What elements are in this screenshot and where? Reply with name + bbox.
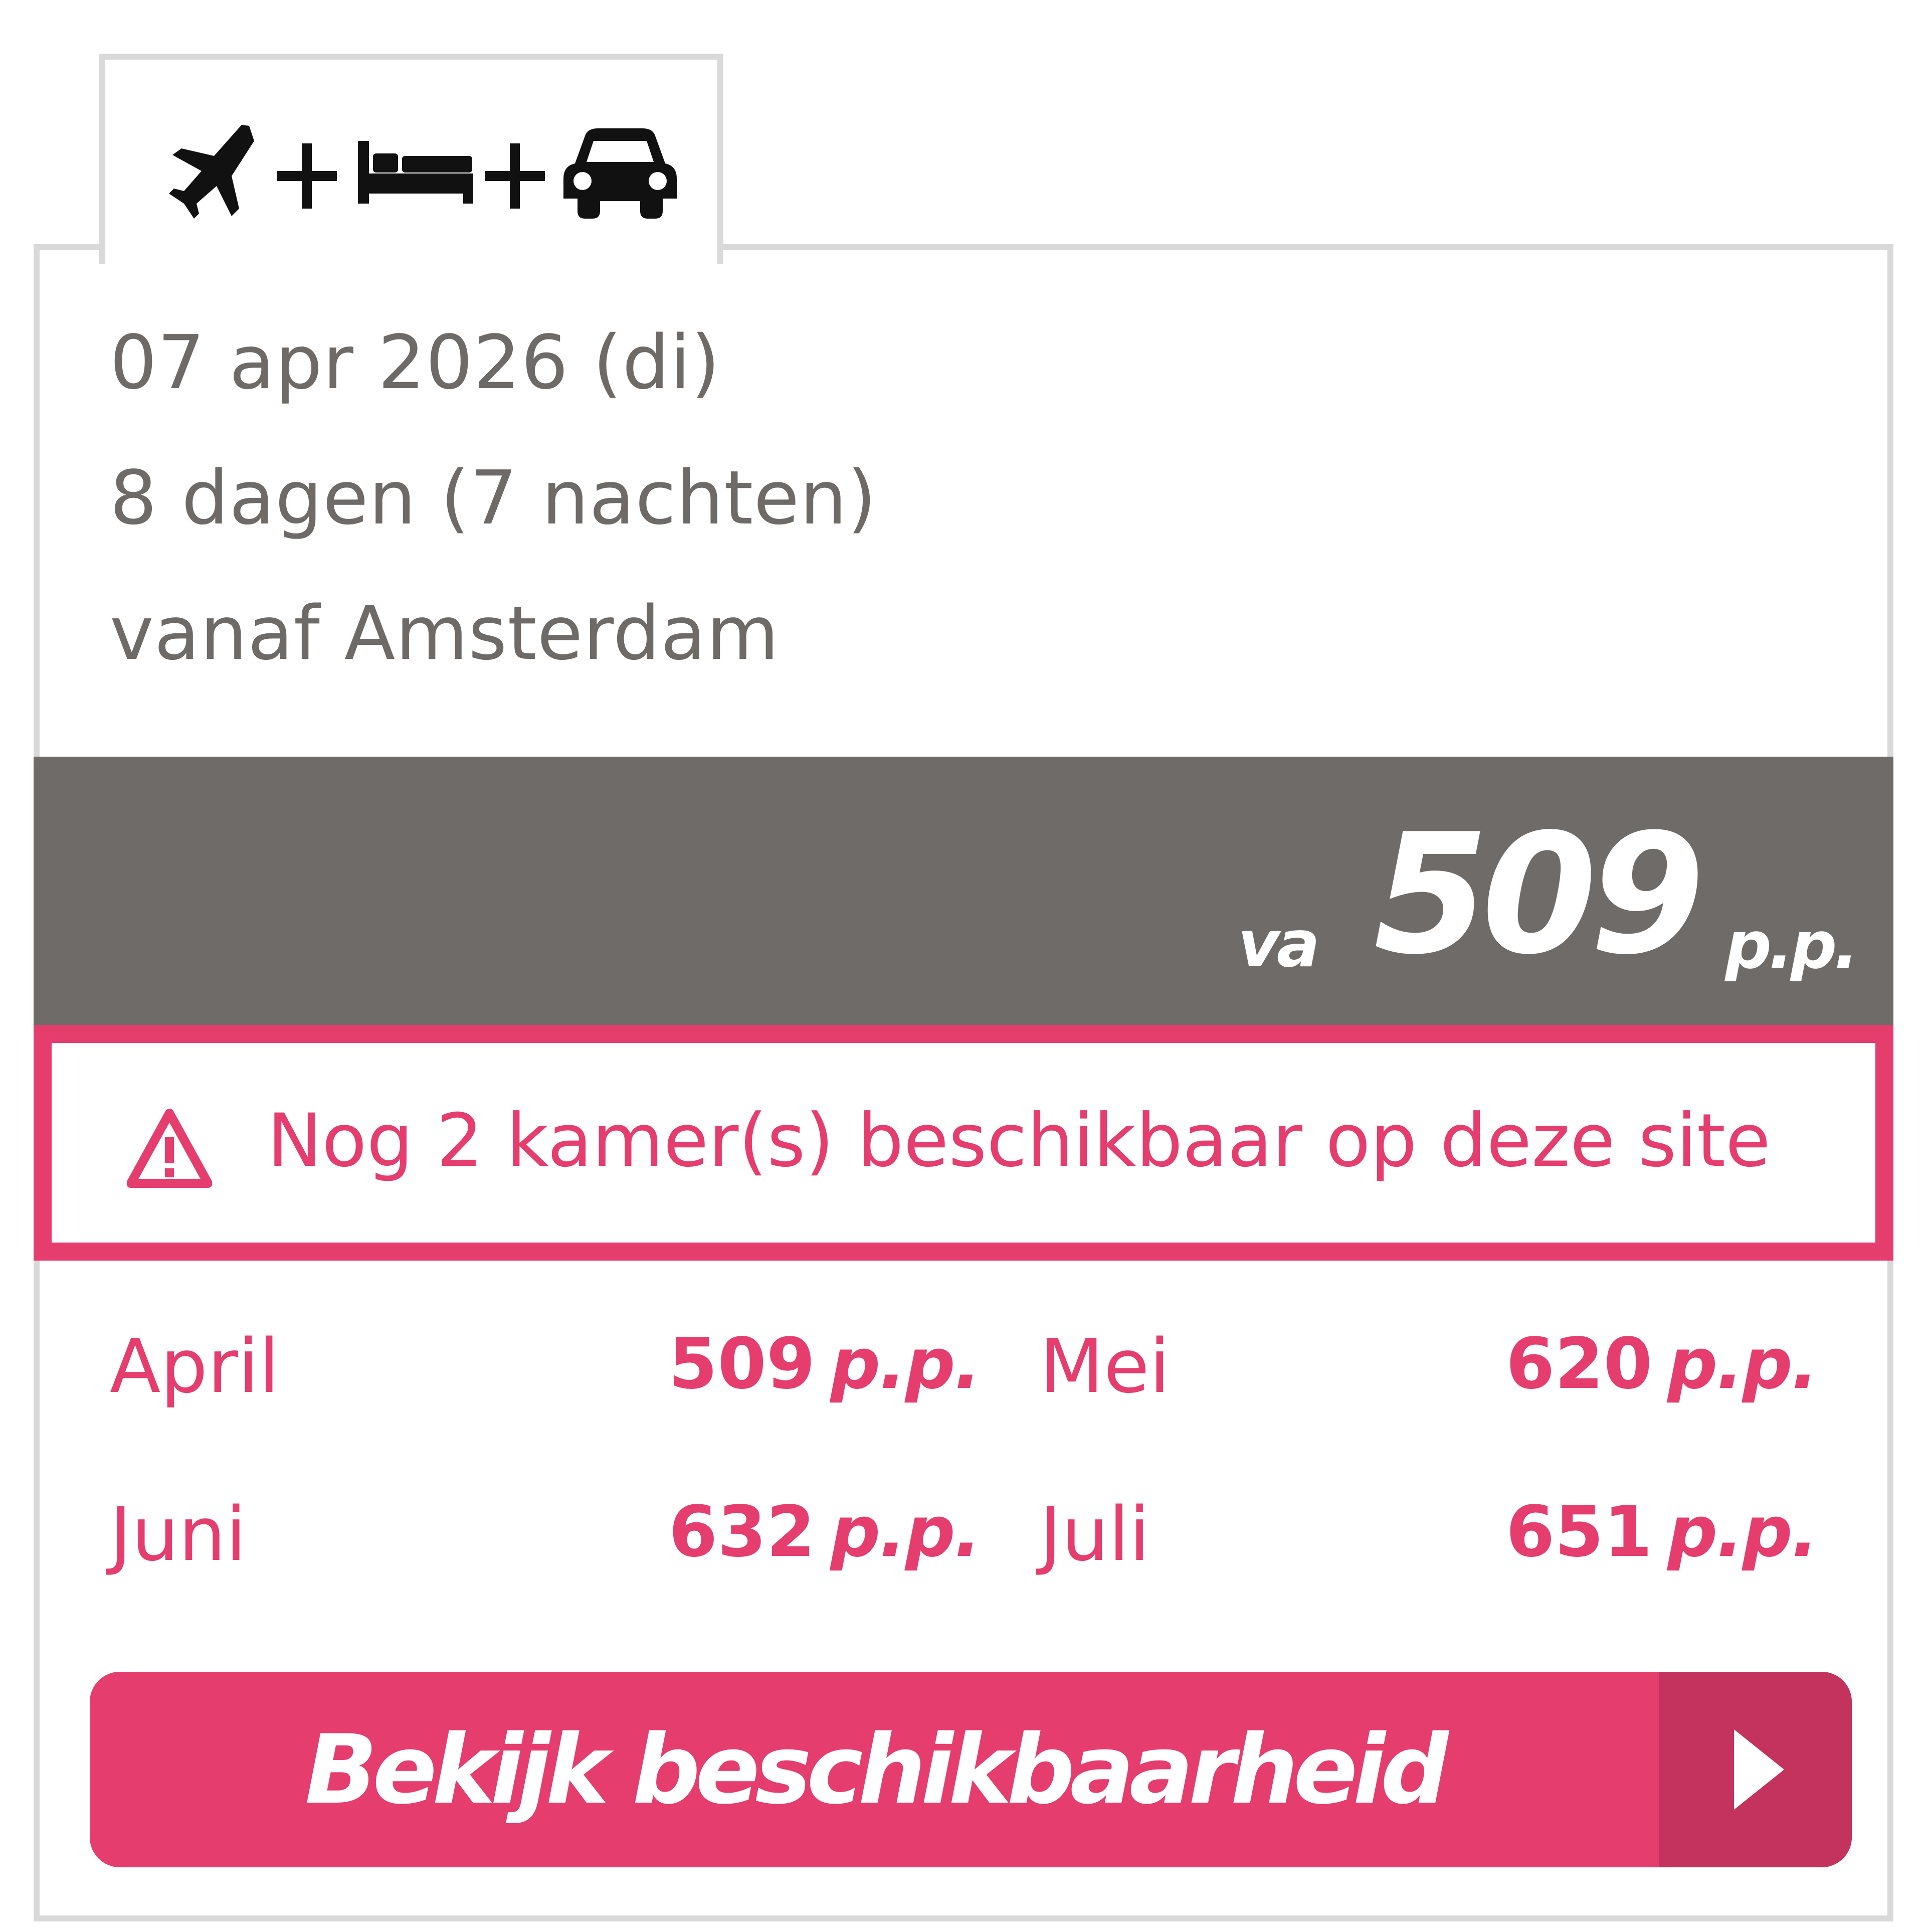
- month-label[interactable]: April: [110, 1323, 279, 1410]
- month-price-value: 651: [1505, 1491, 1653, 1573]
- package-card: 07 apr 2026 (di) 8 dagen (7 nachten) van…: [34, 244, 1893, 1921]
- month-price[interactable]: 632 p.p.: [668, 1491, 981, 1573]
- availability-text: Nog 2 kamer(s) beschikbaar op deze site: [267, 1098, 1771, 1183]
- month-price-value: 620: [1505, 1323, 1653, 1405]
- car-icon: [563, 128, 677, 219]
- month-price-unit: p.p.: [830, 1323, 981, 1405]
- view-availability-label: Bekijk beschikbaarheid: [305, 1714, 1449, 1825]
- cta-arrow-area[interactable]: [1659, 1672, 1852, 1867]
- month-price-unit: p.p.: [830, 1491, 981, 1573]
- plus-icon: [277, 143, 337, 209]
- month-price[interactable]: 620 p.p.: [1505, 1323, 1818, 1405]
- month-price-value: 509: [668, 1323, 816, 1405]
- month-price-unit: p.p.: [1667, 1491, 1818, 1573]
- plane-icon: [169, 125, 254, 219]
- package-type-tab[interactable]: [99, 54, 723, 264]
- month-price[interactable]: 651 p.p.: [1505, 1491, 1818, 1573]
- bed-icon: [358, 141, 473, 204]
- month-price-unit: p.p.: [1667, 1323, 1818, 1405]
- view-availability-button[interactable]: Bekijk beschikbaarheid: [90, 1672, 1852, 1867]
- price-amount: 509: [1374, 798, 1705, 991]
- month-label[interactable]: Juni: [110, 1491, 246, 1577]
- play-arrow-icon: [1734, 1729, 1784, 1810]
- price-prefix: va: [1238, 907, 1320, 982]
- month-label[interactable]: Mei: [1040, 1323, 1170, 1410]
- month-price[interactable]: 509 p.p.: [668, 1323, 981, 1405]
- package-type-icons: [166, 121, 677, 231]
- departure-airport: vanaf Amsterdam: [110, 590, 780, 676]
- plus-icon: [485, 143, 545, 209]
- month-label[interactable]: Juli: [1040, 1491, 1150, 1577]
- package-card-widget: 07 apr 2026 (di) 8 dagen (7 nachten) van…: [0, 0, 1925, 1932]
- price-bar: va 509 p.p.: [34, 757, 1893, 1025]
- trip-duration: 8 dagen (7 nachten): [110, 455, 877, 541]
- warning-icon: [127, 1109, 212, 1188]
- departure-date: 07 apr 2026 (di): [110, 319, 721, 406]
- price-unit: p.p.: [1725, 907, 1859, 983]
- month-price-value: 632: [668, 1491, 816, 1573]
- availability-alert: Nog 2 kamer(s) beschikbaar op deze site: [34, 1025, 1893, 1261]
